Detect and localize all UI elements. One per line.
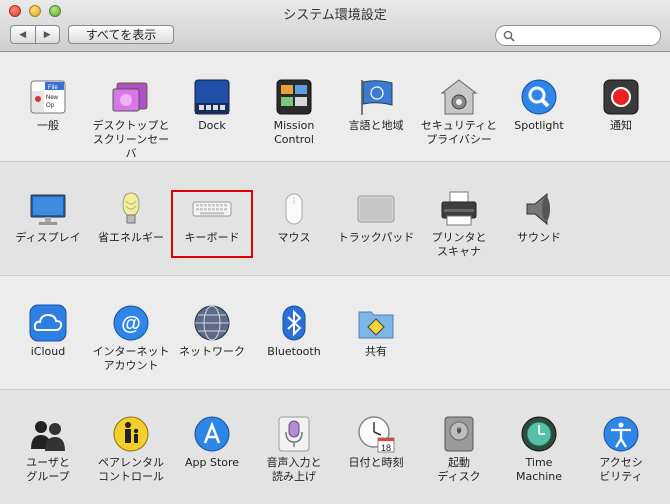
search-input[interactable] [518,28,658,42]
back-forward-control: ◀ ▶ [10,25,60,44]
pane-dictation-speech[interactable]: 音声入力と 読み上げ [252,414,336,484]
forward-button[interactable]: ▶ [36,26,60,43]
pane-label: デスクトップと スクリーンセーバ [92,119,170,160]
spotlight-icon [521,79,557,115]
pane-label: ユーザと グループ [26,456,70,483]
pane-label: 省エネルギー [98,231,164,244]
accessibility-icon [603,416,639,452]
pane-notifications[interactable]: 通知 [579,77,663,133]
back-button[interactable]: ◀ [11,26,36,43]
dock-icon [194,79,230,115]
energy-saver-icon [122,192,140,224]
pane-trackpad[interactable]: トラックパッド [334,189,418,245]
users-groups-icon [31,421,65,451]
search-field[interactable] [495,25,661,46]
pane-startup-disk[interactable]: ? 起動 ディスク [417,414,501,484]
pane-label: 共有 [365,345,387,358]
pane-label: ペアレンタル コントロール [98,456,164,483]
pane-label: サウンド [517,231,561,244]
pane-date-time[interactable]: 18 日付と時刻 [334,414,418,470]
pane-label: プリンタと スキャナ [431,231,487,258]
startup-disk-icon: ? [444,416,474,452]
internet-accounts-icon: @ [113,305,149,341]
pane-printers-scanners[interactable]: プリンタと スキャナ [417,189,501,259]
pane-app-store[interactable]: App Store [170,414,254,470]
pane-label: セキュリティと プライバシー [420,119,498,146]
dictation-speech-icon [278,416,310,452]
pane-label: ネットワーク [179,345,245,358]
notifications-icon [603,79,639,115]
pane-dock[interactable]: Dock [170,77,254,133]
pane-spotlight[interactable]: Spotlight [497,77,581,133]
pane-internet-accounts[interactable]: @ インターネット アカウント [89,303,173,373]
parental-controls-icon [113,416,149,452]
svg-text:@: @ [121,313,141,335]
pane-mission-control[interactable]: Mission Control [252,77,336,147]
pane-energy-saver[interactable]: 省エネルギー [89,189,173,245]
sound-icon [526,192,550,226]
pane-label: Bluetooth [267,345,321,358]
printers-scanners-icon [441,191,477,226]
pane-label: 一般 [37,119,59,132]
app-store-icon [194,416,230,452]
window-title: システム環境設定 [283,8,387,23]
icloud-icon [29,304,67,342]
pane-label: トラックパッド [337,231,415,244]
pane-language-region[interactable]: 言語と地域 [334,77,418,133]
pane-label: 通知 [610,119,632,132]
trackpad-icon [357,195,395,223]
pane-label: インターネット アカウント [92,345,170,372]
pane-icloud[interactable]: iCloud [6,303,90,359]
pane-sound[interactable]: サウンド [497,189,581,245]
mission-control-icon [276,79,312,115]
network-icon [194,305,230,341]
pane-label: App Store [184,456,240,469]
pane-network[interactable]: ネットワーク [170,303,254,359]
mouse-icon [285,193,303,225]
pane-parental-controls[interactable]: ペアレンタル コントロール [89,414,173,484]
pane-sharing[interactable]: 共有 [334,303,418,359]
pane-mouse[interactable]: マウス [252,189,336,245]
pane-displays[interactable]: ディスプレイ [6,189,90,245]
pane-label: Spotlight [514,119,564,132]
security-privacy-icon [440,79,478,115]
system-preferences-window: システム環境設定 ◀ ▶ すべてを表示 File New Op 一般 デスクトッ… [0,0,670,504]
search-icon [503,30,515,42]
pane-label: Mission Control [273,119,315,146]
desktop-screensaver-icon [112,82,148,112]
date-time-icon: 18 [358,416,395,453]
svg-text:Op: Op [46,103,55,109]
show-all-button[interactable]: すべてを表示 [68,25,174,44]
displays-icon [30,194,66,225]
pane-label: Time Machine [515,456,563,483]
pane-label: マウス [277,231,311,244]
time-machine-icon [521,416,557,452]
keyboard-highlight-box [171,190,253,258]
svg-text:?: ? [456,426,461,436]
pane-general[interactable]: File New Op 一般 [6,77,90,133]
general-icon: File New Op [30,80,66,114]
sharing-icon [358,311,394,339]
pane-label: 日付と時刻 [348,456,404,469]
pane-label: 言語と地域 [348,119,404,132]
svg-text:New: New [46,95,59,101]
pane-bluetooth[interactable]: Bluetooth [252,303,336,359]
pane-desktop-screensaver[interactable]: デスクトップと スクリーンセーバ [89,77,173,161]
pane-security-privacy[interactable]: セキュリティと プライバシー [417,77,501,147]
svg-text:18: 18 [381,443,391,453]
svg-text:File: File [48,85,58,91]
bluetooth-icon [282,305,306,341]
pane-accessibility[interactable]: アクセシ ビリティ [579,414,663,484]
title-bar: システム環境設定 ◀ ▶ すべてを表示 [0,0,670,52]
pane-label: iCloud [30,345,66,358]
language-region-icon [361,80,393,115]
pane-label: ディスプレイ [15,231,81,244]
pane-label: 音声入力と 読み上げ [266,456,322,483]
pane-label: 起動 ディスク [437,456,481,483]
pane-label: アクセシ ビリティ [599,456,643,483]
pane-label: Dock [198,119,226,132]
pane-time-machine[interactable]: Time Machine [497,414,581,484]
pane-users-groups[interactable]: ユーザと グループ [6,414,90,484]
